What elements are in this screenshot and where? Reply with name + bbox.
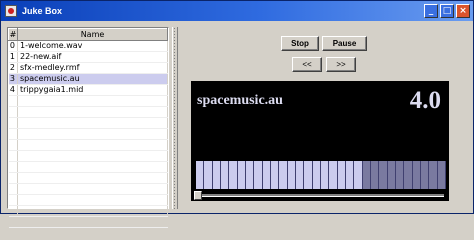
row-name: trippygaia1.mid bbox=[17, 84, 168, 96]
empty-row bbox=[8, 205, 168, 217]
level-segment bbox=[279, 161, 288, 189]
empty-row bbox=[8, 216, 168, 228]
level-segment bbox=[304, 161, 313, 189]
empty-row bbox=[8, 95, 168, 107]
app-icon bbox=[5, 5, 17, 17]
row-name: sfx-medley.rmf bbox=[17, 62, 168, 74]
level-segment bbox=[345, 161, 355, 189]
level-segment bbox=[420, 161, 430, 189]
level-segment bbox=[312, 161, 321, 189]
level-segment bbox=[262, 161, 271, 189]
level-segment bbox=[270, 161, 280, 189]
table-row[interactable]: 3 spacemusic.au bbox=[8, 73, 168, 85]
level-segment bbox=[429, 161, 438, 189]
empty-row bbox=[8, 139, 168, 151]
level-segment bbox=[354, 161, 363, 189]
table-row[interactable]: 0 1-welcome.wav bbox=[8, 40, 168, 52]
empty-row bbox=[8, 183, 168, 195]
table-row[interactable]: 1 22-new.aif bbox=[8, 51, 168, 63]
level-segment bbox=[212, 161, 221, 189]
empty-row bbox=[8, 161, 168, 173]
window-controls: _ □ × bbox=[424, 4, 470, 18]
split-pane-divider[interactable] bbox=[172, 27, 178, 209]
empty-row bbox=[8, 172, 168, 184]
level-segment bbox=[204, 161, 213, 189]
current-song-label: spacemusic.au bbox=[197, 93, 283, 108]
level-segment bbox=[287, 161, 296, 189]
row-name: 22-new.aif bbox=[17, 51, 168, 63]
next-button[interactable]: >> bbox=[326, 57, 356, 72]
level-segment bbox=[220, 161, 230, 189]
level-segment bbox=[237, 161, 246, 189]
row-index: 1 bbox=[8, 51, 18, 63]
empty-row bbox=[8, 117, 168, 129]
juke-box-window: Juke Box _ □ × # Name 0 1-welcome.wav 1 22-… bbox=[0, 0, 474, 228]
row-index: 2 bbox=[8, 62, 18, 74]
position-slider[interactable] bbox=[194, 191, 446, 200]
minimize-icon[interactable]: _ bbox=[424, 4, 438, 18]
pause-button[interactable]: Pause bbox=[322, 36, 367, 51]
table-row[interactable]: 4 trippygaia1.mid bbox=[8, 84, 168, 96]
slider-thumb[interactable] bbox=[194, 191, 202, 200]
level-segment bbox=[320, 161, 330, 189]
empty-row bbox=[8, 150, 168, 162]
level-segment bbox=[329, 161, 338, 189]
row-name: spacemusic.au bbox=[17, 73, 168, 85]
playlist-pane: # Name 0 1-welcome.wav 1 22-new.aif 2 sfx-med… bbox=[7, 27, 169, 228]
close-icon[interactable]: × bbox=[456, 4, 470, 18]
level-segment bbox=[362, 161, 371, 189]
level-segment bbox=[196, 161, 205, 189]
level-segment bbox=[379, 161, 388, 189]
level-meter bbox=[196, 161, 446, 189]
now-playing-display: spacemusic.au 4.0 bbox=[191, 81, 449, 201]
tempo-readout: 4.0 bbox=[409, 87, 441, 114]
stop-button[interactable]: Stop bbox=[281, 36, 319, 51]
column-header-name[interactable]: Name bbox=[17, 28, 168, 41]
row-index: 0 bbox=[8, 40, 18, 52]
level-segment bbox=[337, 161, 346, 189]
level-segment bbox=[295, 161, 305, 189]
level-segment bbox=[370, 161, 380, 189]
playlist-table: # Name 0 1-welcome.wav 1 22-new.aif 2 sfx-med… bbox=[8, 28, 168, 228]
table-row[interactable]: 2 sfx-medley.rmf bbox=[8, 62, 168, 74]
row-name: 1-welcome.wav bbox=[17, 40, 168, 52]
level-segment bbox=[387, 161, 396, 189]
maximize-icon[interactable]: □ bbox=[440, 4, 454, 18]
empty-row bbox=[8, 106, 168, 118]
slider-track bbox=[196, 194, 444, 197]
column-header-index[interactable]: # bbox=[8, 28, 18, 41]
level-segment bbox=[404, 161, 413, 189]
level-segment bbox=[229, 161, 238, 189]
row-index: 3 bbox=[8, 73, 18, 85]
level-segment bbox=[254, 161, 263, 189]
row-index: 4 bbox=[8, 84, 18, 96]
title-bar[interactable]: Juke Box _ □ × bbox=[1, 1, 473, 21]
level-segment bbox=[245, 161, 255, 189]
empty-row bbox=[8, 194, 168, 206]
window-title: Juke Box bbox=[22, 6, 63, 16]
previous-button[interactable]: << bbox=[292, 57, 322, 72]
level-segment bbox=[412, 161, 421, 189]
level-segment bbox=[395, 161, 405, 189]
empty-row bbox=[8, 128, 168, 140]
level-segment bbox=[437, 161, 446, 189]
